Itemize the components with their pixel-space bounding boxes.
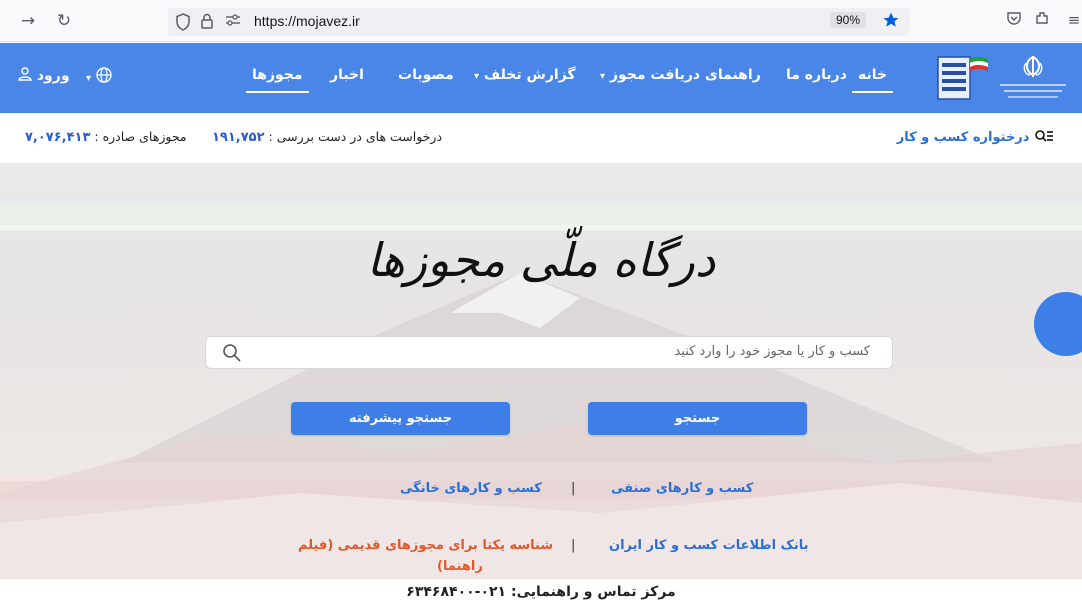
- link-separator: |: [571, 481, 576, 496]
- tree-search-icon: [1035, 130, 1053, 142]
- issued-permits-value: ۷,۰۷۶,۴۱۳: [25, 130, 91, 145]
- menu-icon[interactable]: ≡: [1064, 10, 1082, 30]
- forward-arrow-icon[interactable]: →: [18, 11, 38, 31]
- unique-id-link[interactable]: شناسه یکتا برای مجوزهای قدیمی (فیلم: [298, 538, 553, 553]
- government-emblem-logo: [996, 53, 1070, 103]
- advanced-search-button[interactable]: جستجو پیشرفته: [291, 402, 510, 435]
- search-icon[interactable]: [222, 343, 242, 363]
- globe-icon: [96, 67, 112, 83]
- nav-about[interactable]: درباره ما: [786, 67, 847, 83]
- nav-violation-report[interactable]: ▾ گزارش تخلف: [474, 67, 576, 83]
- chevron-down-icon: ▾: [86, 73, 92, 84]
- mountain-background-image: [0, 203, 1082, 579]
- chevron-down-icon: ▾: [474, 71, 480, 82]
- nav-news[interactable]: اخبار: [330, 67, 364, 83]
- login-button[interactable]: ورود: [18, 67, 70, 84]
- guild-business-link[interactable]: کسب و کارهای صنفی: [611, 481, 753, 496]
- reload-icon[interactable]: ↻: [54, 11, 74, 31]
- search-input[interactable]: کسب و کار یا مجوز خود را وارد کنید: [205, 336, 893, 369]
- pocket-icon[interactable]: [1004, 10, 1024, 30]
- business-info-bank-link[interactable]: بانک اطلاعات کسب و کار ایران: [609, 538, 809, 553]
- nav-guide-label: راهنمای دریافت مجوز: [609, 67, 761, 83]
- link-separator: |: [571, 538, 576, 553]
- chevron-down-icon: ▾: [600, 71, 606, 82]
- nav-home[interactable]: خانه: [851, 67, 894, 93]
- search-button[interactable]: جستجو: [588, 402, 807, 435]
- extensions-icon[interactable]: [1032, 10, 1052, 30]
- ministry-logo: [930, 53, 990, 103]
- issued-permits-label: مجوزهای صادره :: [94, 129, 187, 144]
- hero-section: درگاه ملّی مجوزها کسب و کار یا مجوز خود …: [0, 163, 1082, 579]
- nav-approvals[interactable]: مصوبات: [398, 67, 454, 83]
- business-tree-label: درختواره کسب و کار: [896, 130, 1030, 145]
- language-selector[interactable]: ▾: [86, 67, 112, 85]
- shield-icon[interactable]: [174, 13, 192, 31]
- lock-icon[interactable]: [198, 13, 216, 31]
- stats-bar: مجوزهای صادره : ۷,۰۷۶,۴۱۳ درخواست های در…: [0, 113, 1082, 163]
- browser-toolbar: → ↻ https://mojavez.ir 90% ≡: [0, 0, 1082, 42]
- url-bar[interactable]: https://mojavez.ir 90%: [168, 8, 910, 36]
- bookmark-star-icon[interactable]: [882, 11, 900, 31]
- contact-center-info: مرکز تماس و راهنمایی: ۰۲۱-۶۳۴۶۸۴۰۰: [0, 580, 1082, 609]
- zoom-level[interactable]: 90%: [829, 12, 866, 28]
- portal-title-calligraphy: درگاه ملّی مجوزها: [366, 233, 716, 287]
- pending-requests-stat: درخواست های در دست بررسی : ۱۹۱,۷۵۲: [212, 129, 442, 145]
- site-header: خانه درباره ما ▾ راهنمای دریافت مجوز ▾ گ…: [0, 43, 1082, 113]
- issued-permits-stat: مجوزهای صادره : ۷,۰۷۶,۴۱۳: [25, 129, 187, 145]
- nav-permits[interactable]: مجوزها: [246, 67, 309, 93]
- permissions-icon[interactable]: [224, 13, 242, 31]
- nav-violation-label: گزارش تخلف: [483, 67, 576, 83]
- nav-guide[interactable]: ▾ راهنمای دریافت مجوز: [600, 67, 761, 83]
- login-label: ورود: [36, 68, 70, 84]
- user-icon: [18, 67, 32, 81]
- url-text[interactable]: https://mojavez.ir: [254, 13, 360, 29]
- pending-requests-label: درخواست های در دست بررسی :: [268, 129, 443, 144]
- pending-requests-value: ۱۹۱,۷۵۲: [212, 130, 265, 145]
- unique-id-link-line2[interactable]: راهنما): [437, 559, 483, 574]
- search-placeholder: کسب و کار یا مجوز خود را وارد کنید: [674, 344, 871, 359]
- business-tree-link[interactable]: درختواره کسب و کار: [897, 129, 1054, 145]
- home-business-link[interactable]: کسب و کارهای خانگی: [400, 481, 542, 496]
